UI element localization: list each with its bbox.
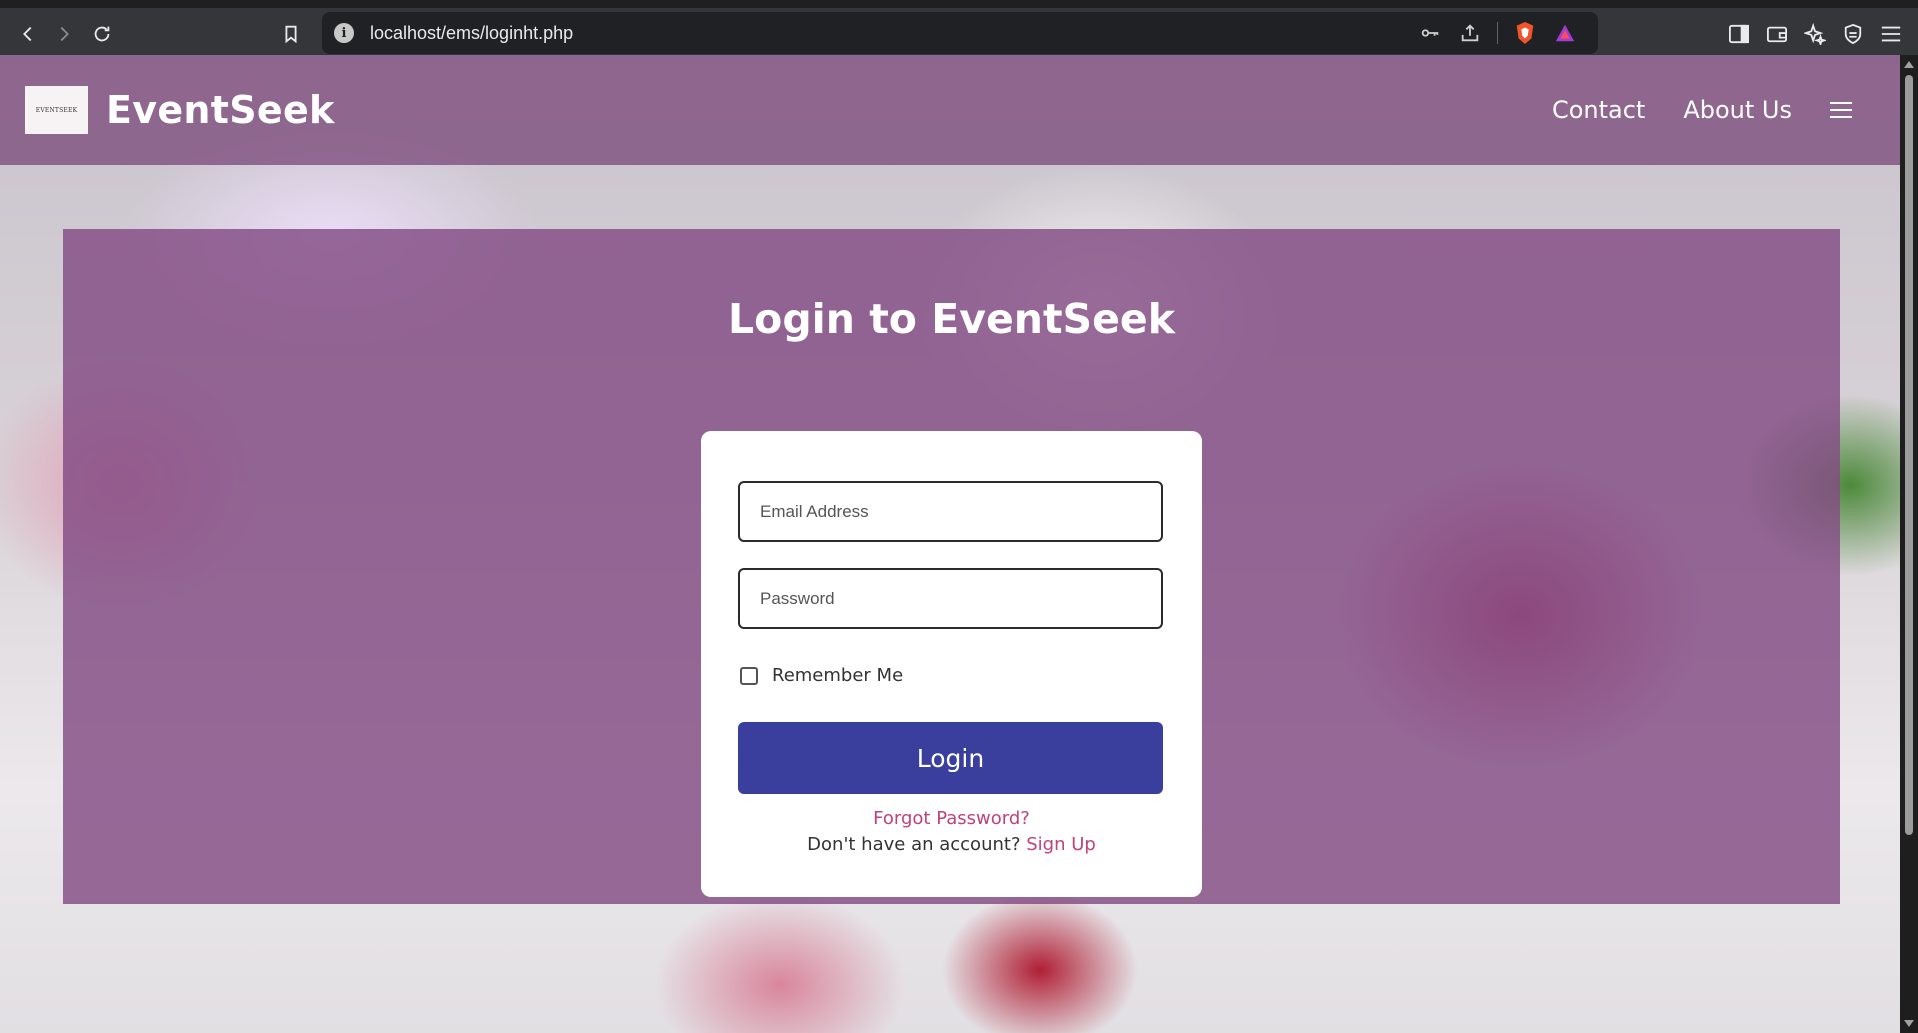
sidebar-icon[interactable]: [1726, 16, 1752, 52]
signup-prompt: Don't have an account?: [807, 834, 1021, 855]
rewards-icon[interactable]: [1552, 20, 1578, 46]
nav-contact-link[interactable]: Contact: [1552, 96, 1645, 124]
page-background: EVENTSEEK EventSeek Contact About Us Log…: [0, 55, 1900, 1033]
browser-toolbar: i localhost/ems/loginht.php: [0, 0, 1918, 55]
info-icon[interactable]: i: [334, 23, 354, 43]
scroll-up-icon[interactable]: [1904, 61, 1914, 68]
page-scrollbar[interactable]: [1900, 55, 1918, 1033]
toolbar-separator: [1497, 22, 1498, 44]
hamburger-icon[interactable]: [1830, 102, 1852, 118]
nav-about-link[interactable]: About Us: [1683, 96, 1792, 124]
scroll-down-icon[interactable]: [1904, 1020, 1914, 1027]
bookmark-icon[interactable]: [273, 16, 309, 52]
signup-line: Don't have an account? Sign Up: [701, 834, 1202, 855]
wallet-icon[interactable]: [1764, 16, 1790, 52]
url-text[interactable]: localhost/ems/loginht.php: [370, 23, 573, 44]
back-icon[interactable]: [10, 16, 46, 52]
menu-icon[interactable]: [1878, 16, 1904, 52]
remember-me-label[interactable]: Remember Me: [772, 665, 903, 686]
vpn-icon[interactable]: [1840, 16, 1866, 52]
brave-shield-icon[interactable]: [1512, 20, 1538, 46]
password-field[interactable]: [738, 568, 1163, 629]
site-header: EVENTSEEK EventSeek Contact About Us: [0, 55, 1900, 165]
forward-icon[interactable]: [46, 16, 82, 52]
leo-icon[interactable]: [1802, 16, 1828, 52]
login-card: Remember Me Login Forgot Password? Don't…: [701, 431, 1202, 897]
remember-me-checkbox[interactable]: [740, 666, 758, 685]
signup-link[interactable]: Sign Up: [1026, 834, 1096, 855]
brand-name[interactable]: EventSeek: [106, 88, 335, 132]
logo-text: EVENTSEEK: [35, 106, 78, 114]
forgot-password-link[interactable]: Forgot Password?: [701, 808, 1202, 829]
scrollbar-thumb[interactable]: [1905, 75, 1913, 835]
address-bar[interactable]: i localhost/ems/loginht.php: [322, 12, 1598, 54]
share-icon[interactable]: [1457, 20, 1483, 46]
login-button[interactable]: Login: [738, 722, 1163, 794]
email-field[interactable]: [738, 481, 1163, 542]
main-nav: Contact About Us: [1552, 96, 1852, 124]
reload-icon[interactable]: [84, 16, 120, 52]
page-title: Login to EventSeek: [728, 295, 1175, 343]
key-icon[interactable]: [1417, 20, 1443, 46]
logo[interactable]: EVENTSEEK: [25, 86, 88, 134]
remember-me[interactable]: Remember Me: [740, 665, 903, 686]
